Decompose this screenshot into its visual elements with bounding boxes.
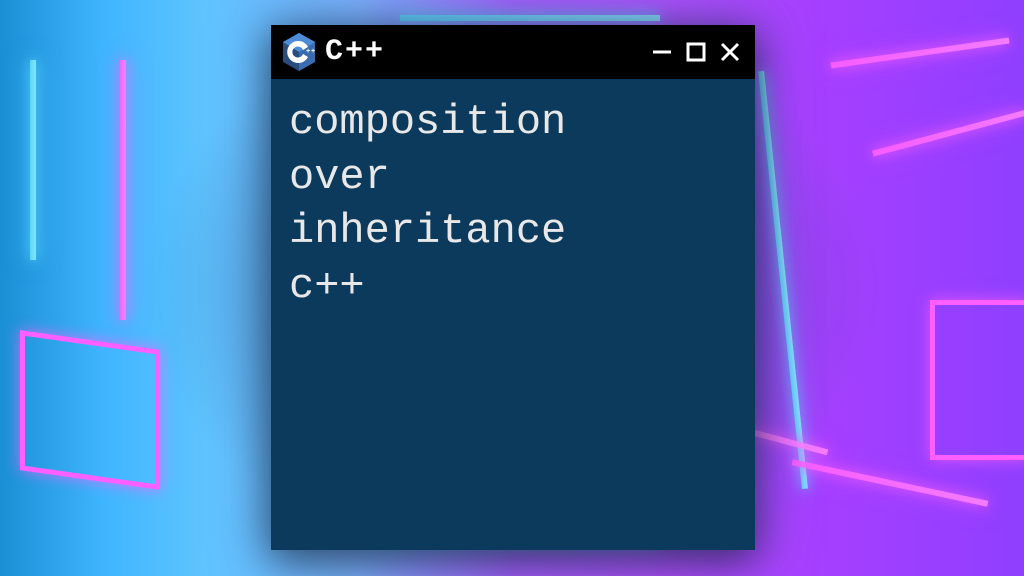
neon-magenta-line [120, 60, 126, 320]
neon-magenta-box [930, 300, 1024, 460]
titlebar[interactable]: + + C++ [271, 25, 755, 79]
content-line-2: over [289, 150, 737, 205]
content-line-4: c++ [289, 259, 737, 314]
cpp-logo-icon: + + [281, 32, 317, 72]
minimize-button[interactable] [647, 37, 677, 67]
neon-cyan-line [400, 15, 660, 21]
window-title: C++ [325, 35, 639, 69]
svg-text:+: + [306, 48, 310, 56]
neon-cyan-line [30, 60, 36, 260]
svg-text:+: + [311, 48, 315, 56]
maximize-button[interactable] [681, 37, 711, 67]
neon-magenta-box [20, 330, 160, 490]
neon-magenta-line [830, 38, 1009, 69]
window-content: composition over inheritance c++ [271, 79, 755, 550]
window-controls [647, 37, 745, 67]
neon-magenta-line [872, 109, 1024, 156]
neon-magenta-line [792, 459, 989, 506]
cpp-window: + + C++ composit [271, 25, 755, 550]
neon-cyan-line [758, 71, 808, 489]
content-line-3: inheritance [289, 204, 737, 259]
content-line-1: composition [289, 95, 737, 150]
close-button[interactable] [715, 37, 745, 67]
